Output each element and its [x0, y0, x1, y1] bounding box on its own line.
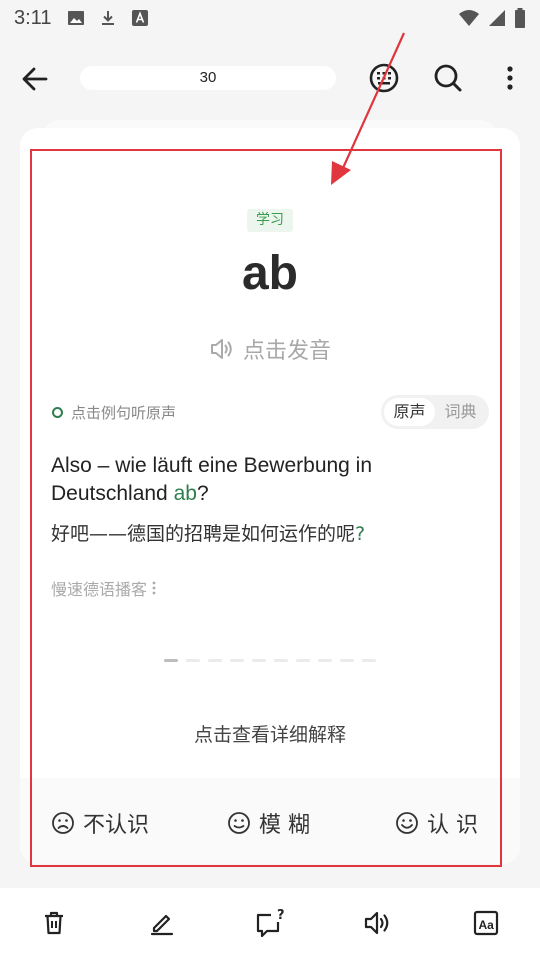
vague-label: 模 糊	[259, 813, 310, 838]
page-dash	[208, 659, 222, 662]
sentence-highlight: ab	[173, 482, 197, 505]
page-dash	[296, 659, 310, 662]
back-button[interactable]	[18, 62, 52, 96]
play-audio-button[interactable]	[361, 906, 395, 940]
status-tag: 学习	[247, 209, 293, 232]
speaker-icon	[364, 911, 389, 935]
font-app-icon	[132, 10, 149, 26]
sentence-translation: 好吧——德国的招聘是如何运作的呢?	[51, 520, 481, 548]
emoji-keyboard-icon	[369, 63, 399, 93]
translation-text: 好吧——德国的招聘是如何运作的呢	[51, 523, 356, 545]
more-small-icon	[152, 581, 156, 595]
page-dash	[318, 659, 332, 662]
page-dash	[274, 659, 288, 662]
show-detail-button[interactable]: 点击查看详细解释	[0, 720, 540, 747]
svg-text:?: ?	[277, 908, 285, 923]
toggle-dictionary[interactable]: 词典	[435, 398, 486, 426]
page-dash	[252, 659, 266, 662]
progress-counter: 30	[80, 66, 336, 90]
know-button[interactable]: 认 识	[395, 807, 478, 839]
page-dash	[362, 659, 376, 662]
original-audio-hint: 点击例句听原声	[52, 402, 176, 423]
vague-button[interactable]: 模 糊	[227, 807, 310, 839]
feedback-icon: ?	[256, 908, 285, 938]
feedback-button[interactable]: ?	[253, 906, 287, 940]
headword: ab	[241, 247, 298, 300]
original-audio-hint-text: 点击例句听原声	[71, 404, 177, 422]
example-page-indicator	[164, 659, 376, 662]
more-vertical-icon	[507, 66, 513, 90]
font-size-icon: Aa	[473, 910, 499, 936]
page-dash	[164, 659, 178, 662]
circle-dot-icon	[52, 407, 63, 418]
translation-highlight: ?	[355, 523, 366, 545]
emoji-keyboard-button[interactable]	[366, 60, 402, 96]
trash-icon	[45, 911, 63, 935]
example-sentence[interactable]: Also – wie läuft eine Bewerbung in Deuts…	[51, 452, 481, 508]
sentence-end: ?	[196, 482, 209, 505]
search-button[interactable]	[430, 60, 466, 96]
source-label: 慢速德语播客	[51, 580, 148, 599]
page-dash	[186, 659, 200, 662]
sentence-text: Also – wie läuft eine Bewerbung in Deuts…	[51, 454, 373, 505]
app-bar: 30	[0, 50, 540, 106]
page-dash	[340, 659, 354, 662]
sad-face-icon	[52, 812, 74, 834]
know-label: 认 识	[427, 813, 478, 838]
status-time: 3:11	[14, 6, 52, 29]
smile-face-icon	[396, 812, 418, 834]
neutral-face-icon	[228, 812, 250, 834]
source-toggle: 原声 词典	[381, 395, 489, 429]
battery-icon	[515, 8, 525, 28]
dont-know-button[interactable]: 不认识	[51, 807, 149, 839]
edit-icon	[150, 914, 174, 936]
pronounce-label: 点击发音	[242, 339, 331, 364]
font-size-button[interactable]: Aa	[469, 906, 503, 940]
edit-button[interactable]	[145, 906, 179, 940]
status-bar: 3:11	[0, 0, 540, 36]
page-dash	[230, 659, 244, 662]
toggle-original[interactable]: 原声	[384, 398, 435, 426]
svg-text:Aa: Aa	[479, 918, 495, 932]
more-button[interactable]	[492, 60, 528, 96]
dont-know-label: 不认识	[83, 813, 150, 838]
wifi-icon	[459, 10, 479, 26]
sentence-source[interactable]: 慢速德语播客	[51, 576, 157, 600]
image-icon	[68, 11, 85, 25]
arrow-left-icon	[22, 67, 48, 91]
speaker-icon	[210, 339, 232, 359]
download-icon	[102, 11, 115, 25]
pronounce-button[interactable]: 点击发音	[0, 333, 540, 365]
delete-button[interactable]	[37, 906, 71, 940]
signal-icon	[489, 10, 505, 26]
search-icon	[434, 64, 462, 92]
